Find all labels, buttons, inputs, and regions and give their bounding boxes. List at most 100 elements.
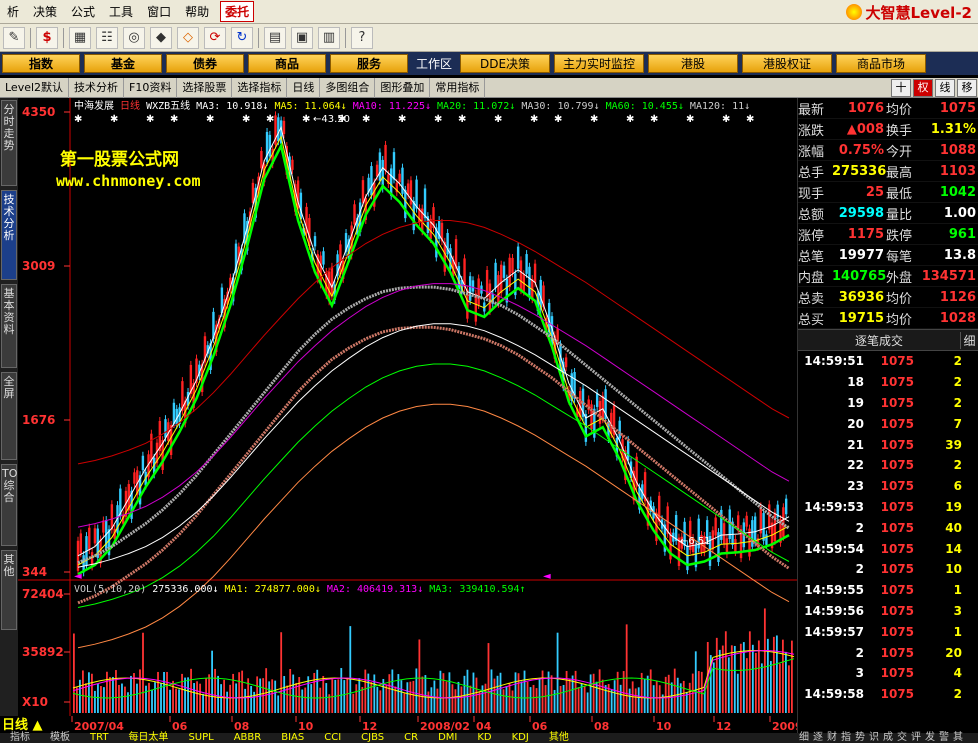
left-tab[interactable]: TOP综合 [1,464,24,546]
volume-bar [733,645,736,713]
indicator-tab[interactable]: TRT [80,733,118,743]
subtoolbar-item[interactable]: 日线 [287,77,321,98]
tag-icon[interactable]: ◆ [150,26,172,49]
diamond-icon[interactable]: ◇ [177,26,199,49]
candle-body [93,528,97,544]
quote-tab[interactable]: 势 [853,733,867,743]
category-button[interactable]: 港股 [648,54,739,73]
menu-item[interactable]: 决策 [26,0,64,24]
indicator-tab[interactable]: BIAS [271,733,314,743]
indicator-tab[interactable]: KDJ [502,733,539,743]
chart-mode-toggle[interactable]: 十 [891,78,911,97]
indicator-tab[interactable]: 每日太单 [118,733,178,743]
subtoolbar-item[interactable]: 图形叠加 [375,77,431,98]
menu-item[interactable]: 工具 [102,0,140,24]
indicator-tab[interactable]: 其他 [539,733,579,743]
event-marker: ✱ [302,114,310,125]
quote-value: 36936 [838,289,884,305]
subtoolbar-item[interactable]: Level2默认 [0,77,70,98]
entrust-button[interactable]: 委托 [220,1,255,22]
category-button[interactable]: 港股权证 [742,54,833,73]
chart-mode-toggle[interactable]: 线 [935,78,955,97]
category-button[interactable]: DDE决策 [460,54,551,73]
volume-bar [637,687,640,713]
subtoolbar-item[interactable]: 常用指标 [430,77,486,98]
volume-bar [385,685,388,713]
trade-row: 2 1075 40 [798,517,978,538]
quote-tab[interactable]: 评 [909,733,923,743]
left-tab[interactable]: 分时走势 [1,100,17,186]
trade-volume: 2 [953,458,962,473]
chart-mode-toggle[interactable]: 移 [957,78,977,97]
menu-item[interactable]: 公式 [64,0,102,24]
indicator-tab[interactable]: CR [394,733,428,743]
category-button[interactable]: 服务 [330,54,408,73]
candle-body [784,498,788,515]
candle-body [268,134,272,157]
kline-chart[interactable]: 中海发展 日线 WXZB五线 MA3: 10.918↓ MA5: 11.064↓… [18,98,797,716]
subtoolbar-item[interactable]: 选择指标 [232,77,288,98]
quote-tab[interactable]: 指 [839,733,853,743]
indicator-tab[interactable]: ABBR [224,733,272,743]
volume-bar [292,674,295,713]
candle-body [282,120,286,135]
left-tab[interactable]: 全屏 [1,372,17,460]
detail-toggle[interactable]: 细 [960,331,978,349]
indicator-tab[interactable]: SUPL [178,733,223,743]
chart-mode-toggle[interactable]: 权 [913,78,933,97]
quote-tab[interactable]: 逐 [811,733,825,743]
quote-tab[interactable]: 发 [923,733,937,743]
quote-tab[interactable]: 其 [951,733,965,743]
category-button[interactable]: 商品 [248,54,326,73]
quote-tab[interactable]: 细 [797,733,811,743]
category-button[interactable]: 债券 [166,54,244,73]
help-cursor-icon[interactable]: ? [351,26,373,49]
menu-item[interactable]: 窗口 [140,0,178,24]
quote-key: 内盘 [798,270,825,286]
candle-body [497,275,500,304]
volume-bar [448,672,451,713]
news-icon[interactable]: ☷ [96,26,118,49]
indicator-tab[interactable]: CCI [314,733,351,743]
quote-tab[interactable]: 交 [895,733,909,743]
indicator-tab[interactable]: KD [467,733,501,743]
left-tab[interactable]: 技术分析 [1,190,17,280]
indicator-tab[interactable]: CJBS [351,733,394,743]
menu-item[interactable]: 帮助 [178,0,216,24]
subtoolbar-item[interactable]: F10资料 [124,77,178,98]
document-icon[interactable]: ▤ [264,26,286,49]
grid-icon[interactable]: ▦ [69,26,91,49]
volume-bar [415,668,418,713]
volume-bar [88,672,90,713]
category-button[interactable]: 基金 [84,54,162,73]
category-button[interactable]: 指数 [2,54,80,73]
chart-canvas[interactable]: 中海发展 日线 WXZB五线 MA3: 10.918↓ MA5: 11.064↓… [18,98,797,716]
refresh-icon[interactable]: ⟳ [204,26,226,49]
category-button[interactable]: 商品市场 [836,54,927,73]
indicator-tab[interactable]: 模板 [40,733,80,743]
quote-tab[interactable]: 财 [825,733,839,743]
bar-chart-icon[interactable]: ▥ [318,26,340,49]
subtoolbar-item[interactable]: 技术分析 [69,77,125,98]
left-tab[interactable]: 其他 [1,550,17,630]
quote-tab[interactable]: 成 [881,733,895,743]
subtoolbar-item[interactable]: 多图组合 [320,77,376,98]
trade-row: 14:59:55 1075 1 [798,580,978,601]
indicator-tab[interactable]: DMI [428,733,467,743]
subtoolbar-item[interactable]: 选择股票 [177,77,233,98]
binoculars-icon[interactable]: ◎ [123,26,145,49]
dollar-icon[interactable]: $ [36,26,58,49]
menu-item[interactable]: 析 [0,0,26,24]
watermark-url: www.chnmoney.com [56,172,201,190]
indicator-tab[interactable]: 指标 [0,733,40,743]
sync-icon[interactable]: ↻ [231,26,253,49]
quote-tab[interactable]: 识 [867,733,881,743]
category-button[interactable]: 主力实时监控 [554,54,645,73]
window-icon[interactable]: ▣ [291,26,313,49]
quote-tab[interactable]: 警 [937,733,951,743]
trade-volume: 1 [953,624,962,639]
volume-bar [586,692,589,713]
left-tab[interactable]: 基本资料 [1,284,17,368]
pen-icon[interactable]: ✎ [3,26,25,49]
trade-row: 14:59:53 1075 19 [798,497,978,518]
